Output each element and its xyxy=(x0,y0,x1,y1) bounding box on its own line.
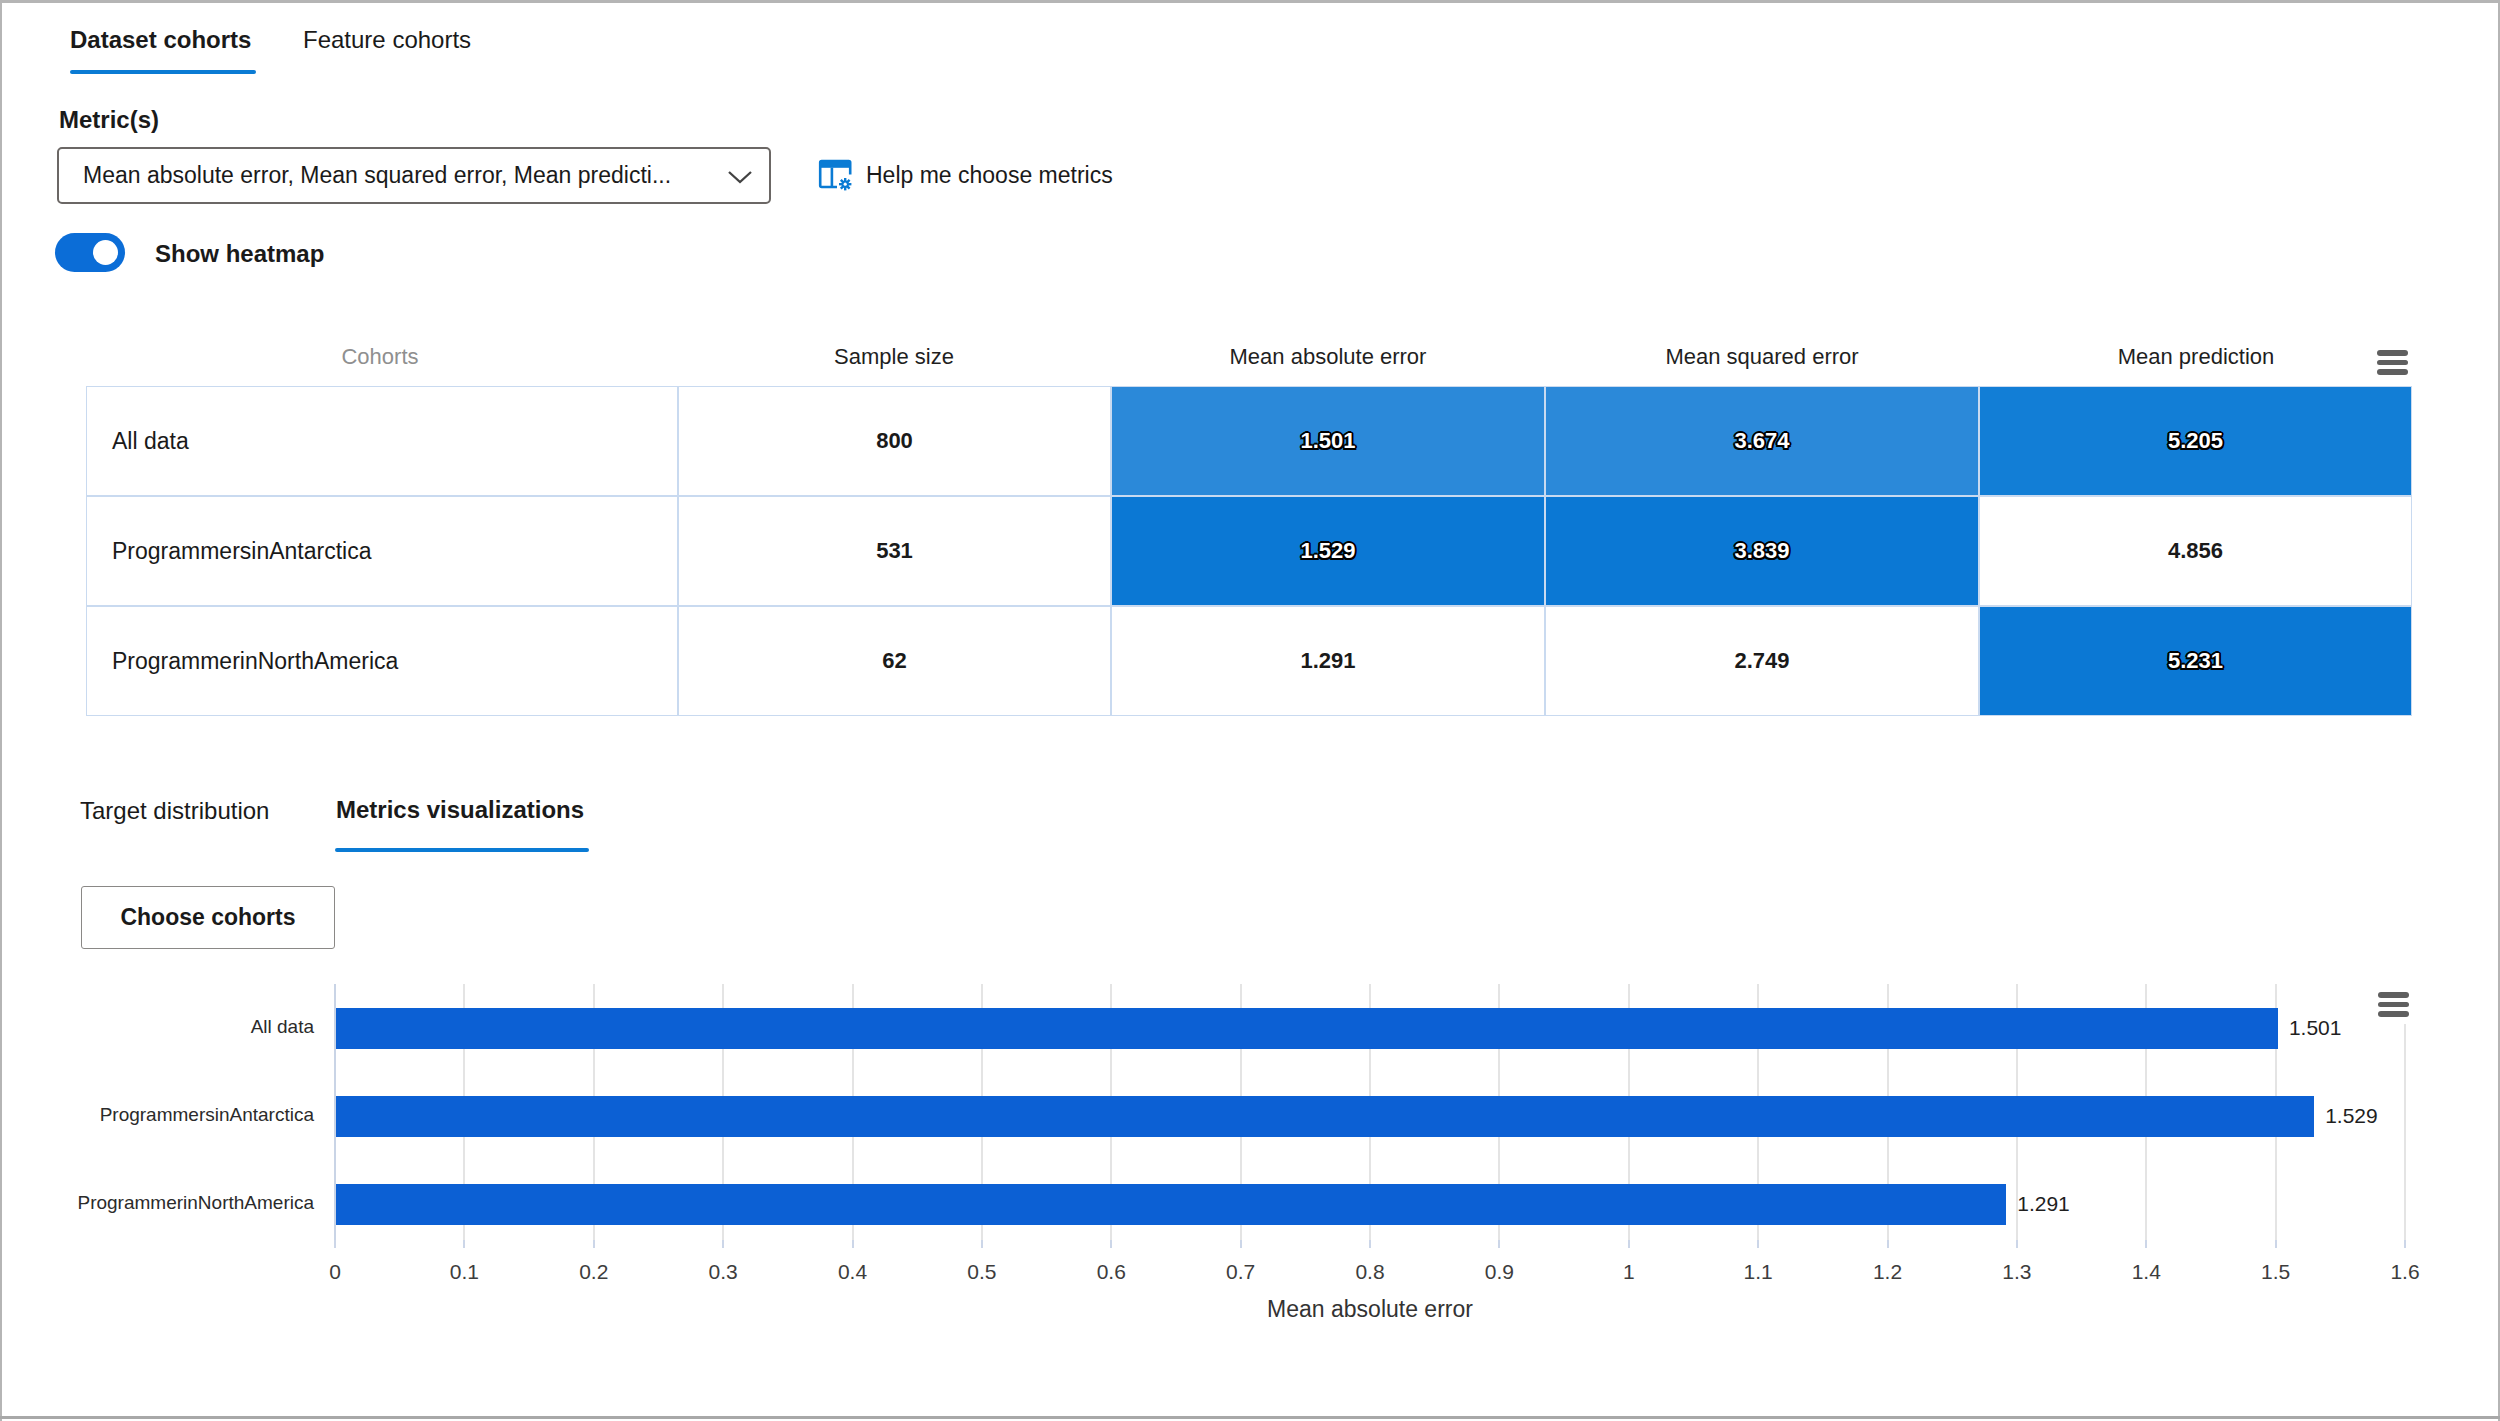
chart-bar[interactable] xyxy=(336,1008,2278,1049)
table-settings-icon xyxy=(818,157,854,193)
chart-tick xyxy=(2275,1240,2277,1248)
chart-tick xyxy=(1887,1240,1889,1248)
metrics-dropdown[interactable]: Mean absolute error, Mean squared error,… xyxy=(57,147,771,204)
chart-tick xyxy=(1240,1240,1242,1248)
x-tick-label: 1.6 xyxy=(2355,1260,2455,1284)
chart-menu-icon[interactable] xyxy=(2378,992,2409,1017)
x-tick-label: 0.8 xyxy=(1320,1260,1420,1284)
x-tick-label: 1.4 xyxy=(2096,1260,2196,1284)
show-heatmap-toggle[interactable] xyxy=(55,233,125,272)
chart-tick xyxy=(1369,1240,1371,1248)
table-cell-metric: 3.839 xyxy=(1545,496,1979,606)
chart-tick xyxy=(2404,1240,2406,1248)
table-cell-metric: 4.856 xyxy=(1979,496,2412,606)
table-cell-sample-size: 800 xyxy=(678,386,1111,496)
toggle-knob xyxy=(93,240,118,265)
chart-bar[interactable] xyxy=(336,1184,2006,1225)
active-tab2-underline xyxy=(335,848,589,852)
bar-value-label: 1.501 xyxy=(2289,1016,2342,1040)
x-tick-label: 0.9 xyxy=(1449,1260,1549,1284)
chart-tick xyxy=(1757,1240,1759,1248)
table-cell-metric: 2.749 xyxy=(1545,606,1979,716)
chart-tick xyxy=(2016,1240,2018,1248)
column-header-mean-absolute-error: Mean absolute error xyxy=(1118,344,1538,370)
table-cell-cohort-name: ProgrammersinAntarctica xyxy=(86,496,678,606)
tab-dataset-cohorts[interactable]: Dataset cohorts xyxy=(70,26,251,54)
chart-tick xyxy=(722,1240,724,1248)
x-axis-title: Mean absolute error xyxy=(1070,1296,1670,1323)
tab-target-distribution[interactable]: Target distribution xyxy=(80,797,269,825)
tab-metrics-visualizations[interactable]: Metrics visualizations xyxy=(336,796,584,824)
y-category-label: ProgrammerinNorthAmerica xyxy=(24,1192,314,1214)
x-tick-label: 1.2 xyxy=(1838,1260,1938,1284)
chart-tick xyxy=(334,1240,336,1248)
x-tick-label: 1.5 xyxy=(2226,1260,2326,1284)
window-left-edge xyxy=(0,0,2,1421)
choose-cohorts-button[interactable]: Choose cohorts xyxy=(81,886,335,949)
bar-value-label: 1.291 xyxy=(2017,1192,2070,1216)
chart-tick xyxy=(1110,1240,1112,1248)
table-cell-sample-size: 62 xyxy=(678,606,1111,716)
x-tick-label: 0.6 xyxy=(1061,1260,1161,1284)
column-header-mean-squared-error: Mean squared error xyxy=(1552,344,1972,370)
y-category-label: All data xyxy=(24,1016,314,1038)
chart-tick xyxy=(981,1240,983,1248)
x-tick-label: 0.2 xyxy=(544,1260,644,1284)
x-tick-label: 1.1 xyxy=(1708,1260,1808,1284)
column-header-cohorts: Cohorts xyxy=(170,344,590,370)
table-cell-sample-size: 531 xyxy=(678,496,1111,606)
x-tick-label: 0.7 xyxy=(1191,1260,1291,1284)
window-top-edge xyxy=(0,0,2500,3)
active-tab-underline xyxy=(70,70,256,74)
window-bottom-edge xyxy=(0,1416,2500,1419)
table-cell-metric: 5.231 xyxy=(1979,606,2412,716)
y-category-label: ProgrammersinAntarctica xyxy=(24,1104,314,1126)
x-tick-label: 1 xyxy=(1579,1260,1679,1284)
table-cell-metric: 3.674 xyxy=(1545,386,1979,496)
table-cell-metric: 5.205 xyxy=(1979,386,2412,496)
help-me-choose-metrics-link[interactable]: Help me choose metrics xyxy=(866,162,1113,189)
x-tick-label: 0.4 xyxy=(803,1260,903,1284)
metrics-dropdown-value: Mean absolute error, Mean squared error,… xyxy=(83,149,671,202)
chevron-down-icon xyxy=(727,170,753,185)
tab-feature-cohorts[interactable]: Feature cohorts xyxy=(303,26,471,54)
table-cell-metric: 1.529 xyxy=(1111,496,1545,606)
chart-tick xyxy=(1628,1240,1630,1248)
x-tick-label: 1.3 xyxy=(1967,1260,2067,1284)
cohort-metrics-table: All data8001.5013.6745.205 ProgrammersinA… xyxy=(86,386,2412,716)
x-tick-label: 0.1 xyxy=(414,1260,514,1284)
column-header-mean-prediction: Mean prediction xyxy=(1986,344,2406,370)
chart-bar[interactable] xyxy=(336,1096,2314,1137)
bar-value-label: 1.529 xyxy=(2325,1104,2378,1128)
column-header-sample-size: Sample size xyxy=(684,344,1104,370)
x-tick-label: 0.3 xyxy=(673,1260,773,1284)
table-cell-metric: 1.291 xyxy=(1111,606,1545,716)
x-tick-label: 0 xyxy=(285,1260,385,1284)
table-cell-cohort-name: ProgrammerinNorthAmerica xyxy=(86,606,678,716)
table-menu-icon[interactable] xyxy=(2377,350,2408,375)
chart-tick xyxy=(1498,1240,1500,1248)
chart-tick xyxy=(852,1240,854,1248)
chart-tick xyxy=(2145,1240,2147,1248)
show-heatmap-label: Show heatmap xyxy=(155,240,324,268)
table-cell-metric: 1.501 xyxy=(1111,386,1545,496)
chart-tick xyxy=(593,1240,595,1248)
chart-tick xyxy=(463,1240,465,1248)
metrics-label: Metric(s) xyxy=(59,106,159,134)
x-tick-label: 0.5 xyxy=(932,1260,1032,1284)
table-cell-cohort-name: All data xyxy=(86,386,678,496)
